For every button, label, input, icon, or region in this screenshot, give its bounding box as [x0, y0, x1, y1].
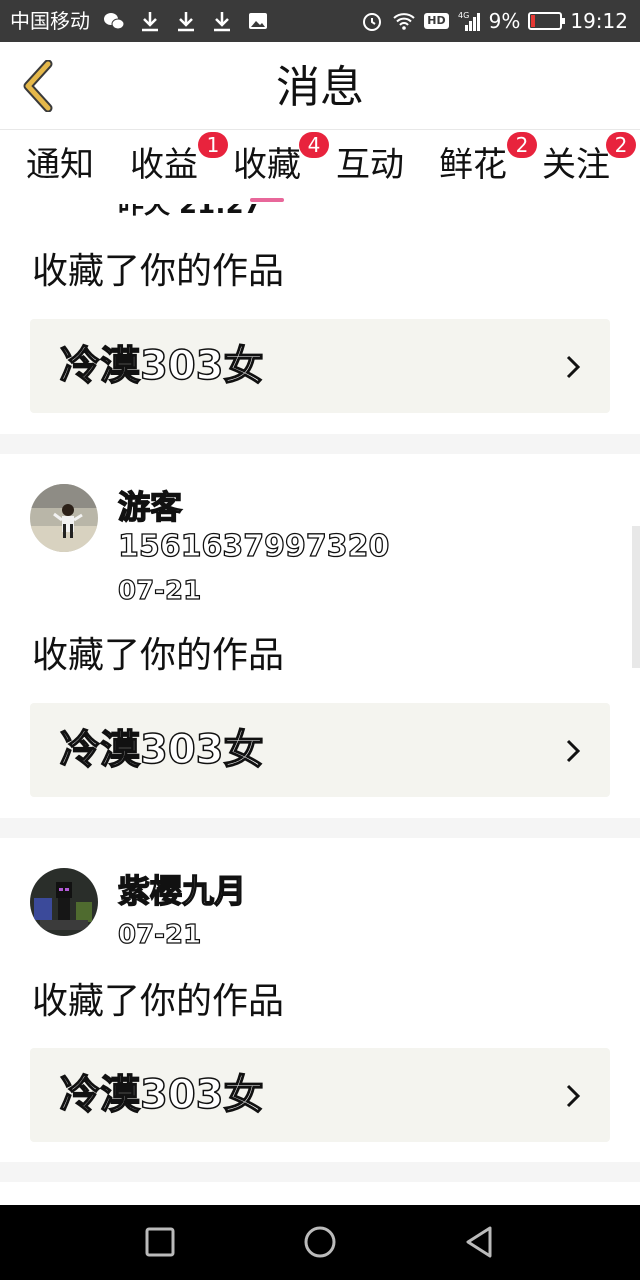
action-text: 收藏了你的作品 [32, 981, 285, 1022]
avatar-image [30, 868, 98, 936]
chevron-right-icon [566, 1084, 581, 1108]
work-title: 冷漠303女 [59, 726, 264, 774]
svg-text:4G: 4G [458, 11, 469, 20]
work-card[interactable]: 冷漠303女 [30, 703, 610, 797]
chevron-right-icon [566, 355, 581, 379]
tab-label: 鲜花 [439, 145, 507, 185]
item-time: 07-21 [117, 575, 202, 606]
tab-follows[interactable]: 关注 2 [542, 132, 636, 188]
divider [0, 818, 640, 838]
unread-badge: 1 [198, 132, 228, 158]
avatar[interactable] [30, 484, 98, 552]
tab-earnings[interactable]: 收益 1 [130, 132, 228, 188]
tab-label: 互动 [336, 145, 404, 185]
active-tab-indicator [250, 198, 284, 202]
title-bar: 消息 [0, 42, 640, 130]
tab-favorites[interactable]: 收藏 4 [233, 132, 329, 202]
download-icon [142, 12, 158, 32]
battery-icon [528, 12, 566, 30]
tab-label: 收藏 [233, 145, 301, 185]
work-title: 冷漠303女 [59, 342, 264, 390]
item-time: 昨天 21:27 [118, 204, 262, 220]
wifi-icon [393, 13, 415, 30]
tab-label: 收益 [130, 145, 198, 185]
avatar-image [30, 484, 98, 552]
unread-badge: 2 [507, 132, 537, 158]
download-icon [178, 12, 194, 32]
divider [0, 1162, 640, 1182]
back-nav-icon[interactable] [462, 1224, 498, 1260]
action-text: 收藏了你的作品 [32, 635, 285, 676]
divider [0, 434, 640, 454]
unread-badge: 2 [606, 132, 636, 158]
user-id: 1561637997320 [117, 528, 390, 564]
battery-percent: 9% [488, 9, 521, 33]
system-icons: HD 4G 9% 19:12 [360, 8, 628, 34]
message-tabs: 通知 收益 1 收藏 4 互动 鲜花 2 关注 2 [0, 130, 640, 204]
status-bar: 中国移动 HD 4G 9% 19:12 [0, 0, 640, 42]
clock: 19:12 [570, 9, 628, 33]
chevron-right-icon [566, 739, 581, 763]
image-icon [249, 13, 267, 29]
page-title: 消息 [276, 62, 364, 113]
wechat-icon [104, 13, 125, 30]
notification-icons [102, 8, 270, 34]
favorites-feed[interactable]: 昨天 21:27 收藏了你的作品 冷漠303女 游客 1561637997320… [0, 204, 640, 1205]
download-icon [214, 12, 230, 32]
avatar[interactable] [30, 868, 98, 936]
system-nav-bar [0, 1205, 640, 1280]
alarm-icon [363, 13, 382, 31]
tab-notifications[interactable]: 通知 [26, 142, 94, 188]
unread-badge: 4 [299, 132, 329, 158]
work-card[interactable]: 冷漠303女 [30, 1048, 610, 1142]
tab-label: 通知 [26, 145, 94, 185]
tab-label: 关注 [542, 145, 610, 185]
work-title: 冷漠303女 [59, 1071, 264, 1119]
recent-apps-icon[interactable] [142, 1224, 178, 1260]
user-name[interactable]: 紫樱九月 [117, 871, 246, 910]
scrollbar[interactable] [632, 526, 640, 668]
signal-icon: 4G [458, 11, 480, 31]
tab-flowers[interactable]: 鲜花 2 [439, 132, 537, 188]
carrier-name: 中国移动 [10, 9, 90, 33]
user-name[interactable]: 游客 [117, 487, 182, 526]
hd-badge: HD [424, 13, 449, 29]
home-icon[interactable] [302, 1224, 338, 1260]
action-text: 收藏了你的作品 [32, 251, 285, 292]
work-card[interactable]: 冷漠303女 [30, 319, 610, 413]
tab-interactions[interactable]: 互动 [336, 142, 404, 188]
item-time: 07-21 [117, 919, 202, 950]
